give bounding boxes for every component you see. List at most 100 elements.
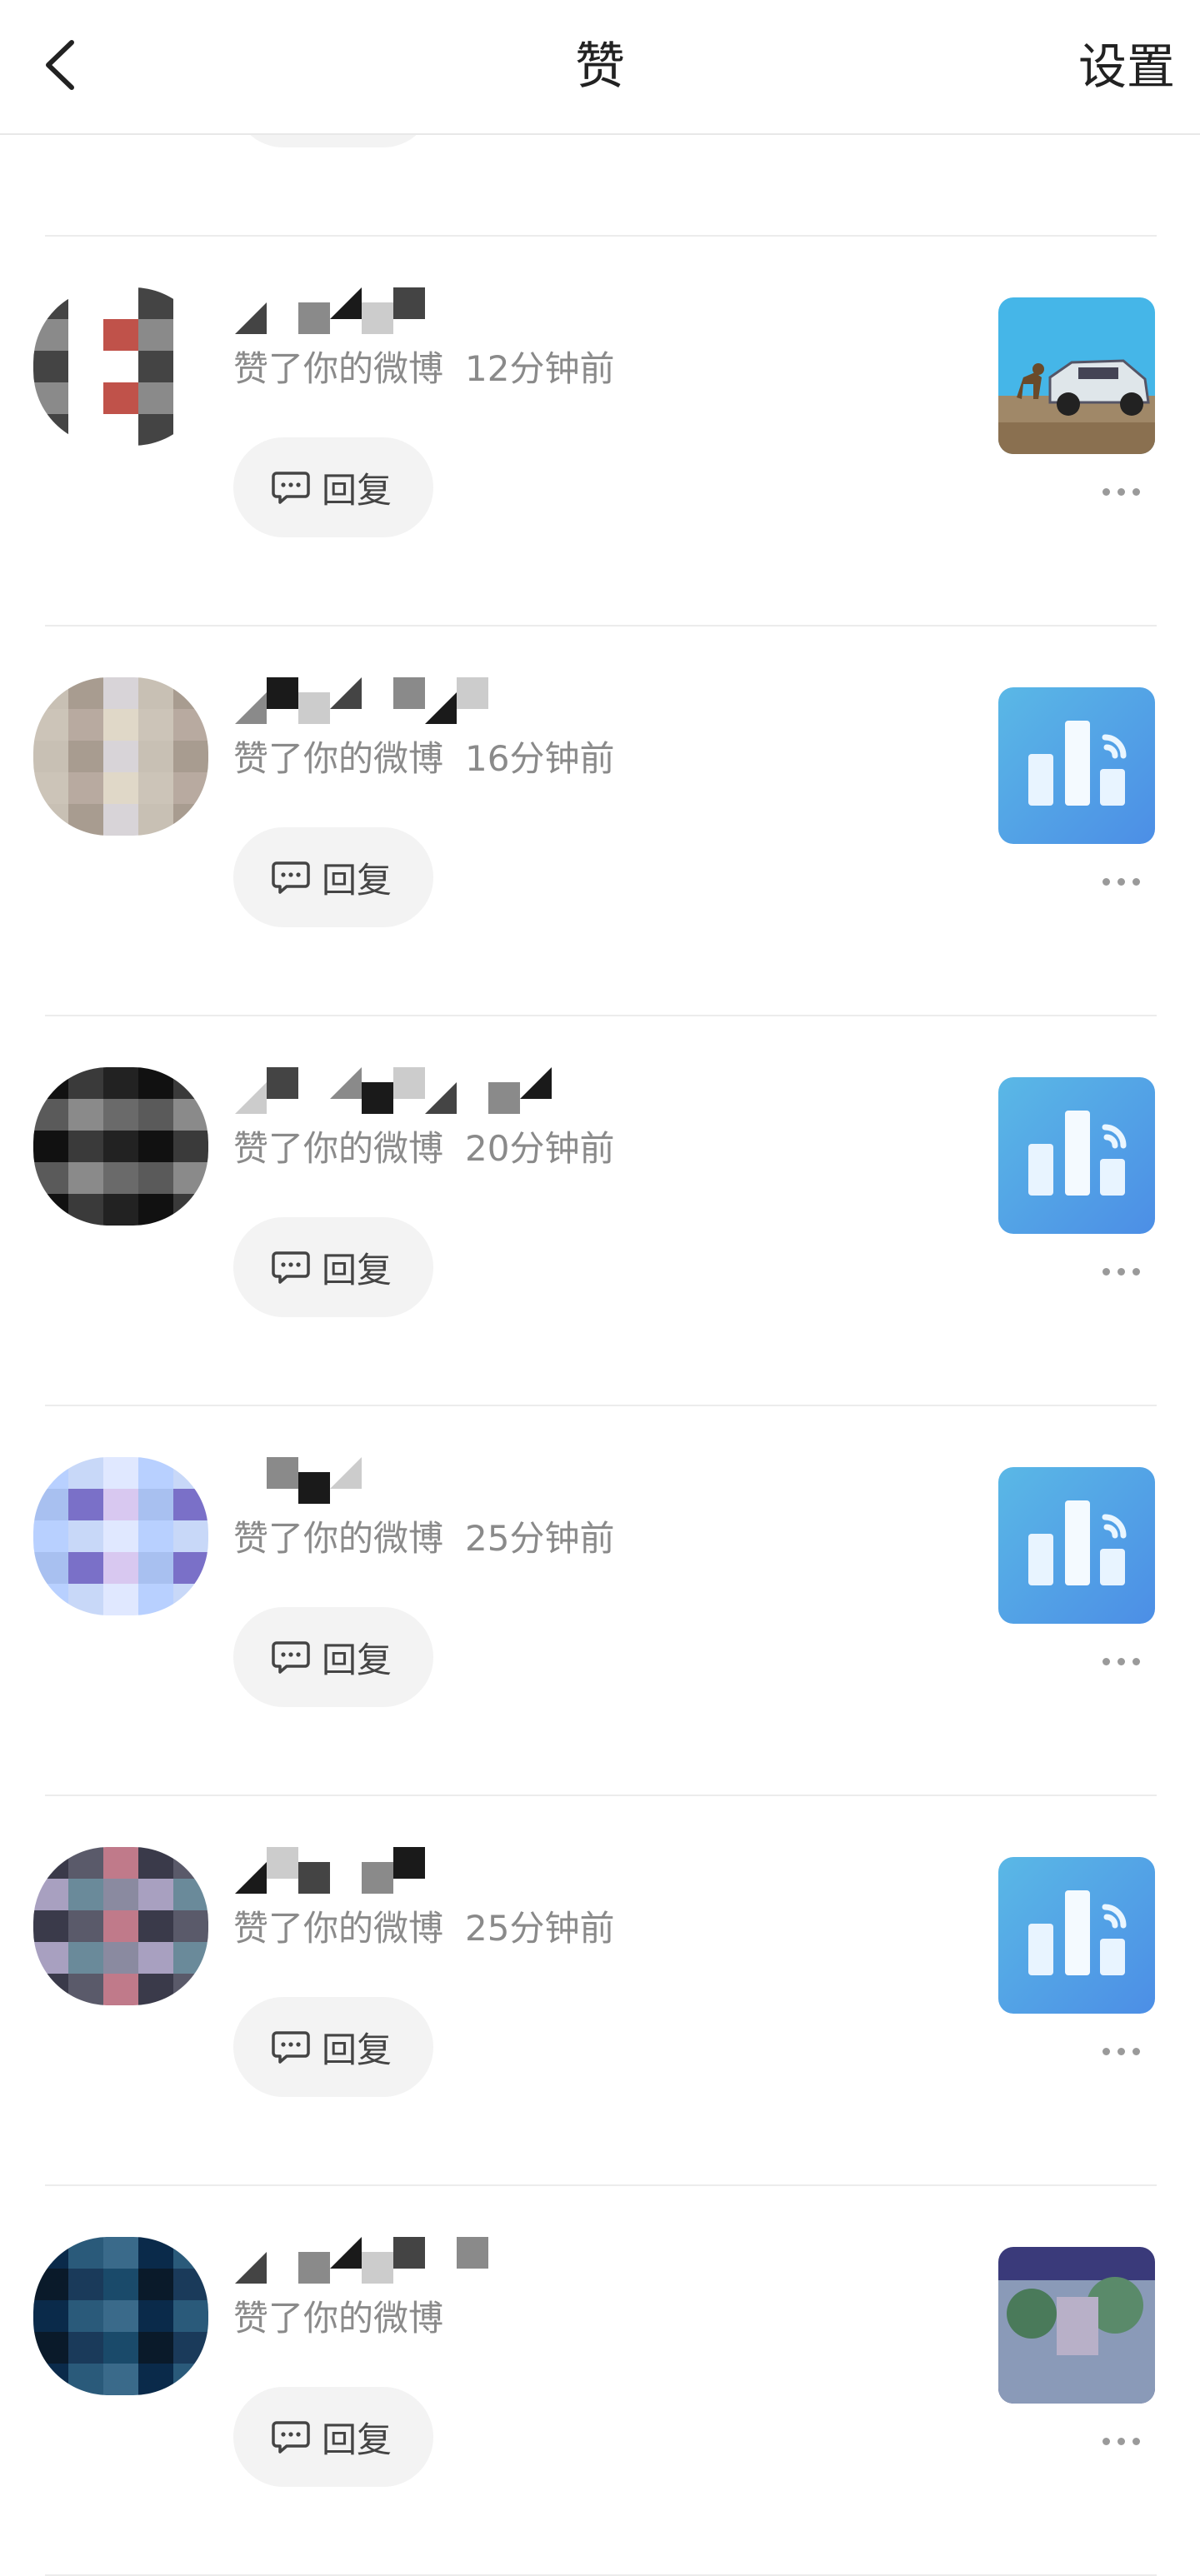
avatar-pixel — [138, 1974, 173, 2005]
settings-button[interactable]: 设置 — [1078, 33, 1175, 100]
more-dot-icon — [1117, 2047, 1125, 2055]
avatar-pixel — [138, 414, 173, 446]
more-dot-icon — [1117, 877, 1125, 886]
avatar-pixel — [173, 1847, 208, 1879]
divider — [45, 1795, 1157, 1796]
like-action-text: 赞了你的微博 — [233, 1908, 444, 1949]
avatar-pixel — [138, 2237, 173, 2269]
more-options-button[interactable] — [1083, 861, 1158, 902]
avatar-pixel — [68, 709, 103, 741]
avatar-pixel — [138, 2332, 173, 2364]
avatar-pixel — [68, 2332, 103, 2364]
avatar-pixel — [138, 1194, 173, 1226]
avatar-pixel — [68, 677, 103, 709]
weibo-thumbnail[interactable] — [998, 1857, 1155, 2014]
avatar-pixel — [68, 1847, 103, 1879]
avatar-pixel — [33, 1942, 68, 1974]
reply-button[interactable]: 回复 — [233, 1997, 433, 2097]
avatar-pixel — [33, 1457, 68, 1489]
divider — [45, 235, 1157, 237]
avatar-pixel — [68, 804, 103, 836]
redaction-block — [235, 692, 267, 724]
reply-label: 回复 — [322, 859, 392, 901]
more-options-button[interactable] — [1083, 1640, 1158, 1682]
weibo-thumbnail[interactable] — [998, 297, 1155, 454]
comment-icon — [272, 2421, 310, 2454]
reply-button[interactable]: 回复 — [233, 827, 433, 927]
avatar-pixel — [68, 1942, 103, 1974]
avatar-pixel — [103, 287, 138, 319]
more-dot-icon — [1102, 2437, 1110, 2445]
avatar-pixel — [138, 1131, 173, 1162]
avatar[interactable] — [33, 1067, 208, 1226]
avatar-pixel — [138, 382, 173, 414]
bar-chart-icon — [998, 1467, 1155, 1624]
more-options-button[interactable] — [1083, 2420, 1158, 2462]
redaction-block — [393, 1067, 425, 1099]
divider — [45, 2184, 1157, 2186]
weibo-thumbnail[interactable] — [998, 687, 1155, 844]
weibo-thumbnail[interactable] — [998, 1467, 1155, 1624]
more-dot-icon — [1117, 1267, 1125, 1276]
avatar-pixel — [33, 1067, 68, 1099]
more-dot-icon — [1132, 877, 1140, 886]
avatar[interactable] — [33, 287, 208, 446]
more-options-button[interactable] — [1083, 471, 1158, 512]
reply-label: 回复 — [322, 1249, 392, 1290]
avatar-pixel — [103, 709, 138, 741]
avatar-pixel — [173, 414, 208, 446]
avatar-pixel — [173, 1520, 208, 1552]
avatar-pixel — [138, 1910, 173, 1942]
avatar-pixel — [138, 1552, 173, 1584]
page-title: 赞 — [575, 37, 625, 96]
redaction-block — [298, 2252, 330, 2284]
avatar-pixel — [138, 1942, 173, 1974]
comment-icon — [272, 472, 310, 504]
avatar-pixel — [68, 741, 103, 772]
more-options-button[interactable] — [1083, 2030, 1158, 2072]
like-meta: 赞了你的微博 — [233, 2294, 465, 2344]
avatar-pixel — [103, 1099, 138, 1131]
redaction-block — [267, 1847, 298, 1879]
avatar-pixel — [138, 1457, 173, 1489]
redaction-block — [330, 677, 362, 709]
avatar-pixel — [138, 351, 173, 382]
redaction-block — [393, 1847, 425, 1879]
avatar-pixel — [33, 1489, 68, 1520]
avatar-pixel — [33, 2269, 68, 2300]
reply-label: 回复 — [322, 469, 392, 511]
avatar-pixel — [103, 1974, 138, 2005]
redaction-block — [235, 2252, 267, 2284]
avatar-pixel — [68, 1910, 103, 1942]
reply-button[interactable]: 回复 — [233, 437, 433, 537]
reply-button[interactable]: 回复 — [233, 2387, 433, 2487]
more-dot-icon — [1132, 1267, 1140, 1276]
avatar[interactable] — [33, 1847, 208, 2005]
avatar-pixel — [33, 319, 68, 351]
avatar-pixel — [68, 772, 103, 804]
redaction-block — [267, 677, 298, 709]
redaction-block — [362, 1862, 393, 1894]
like-meta: 赞了你的微博 25分钟前 — [233, 1514, 614, 1564]
avatar[interactable] — [33, 2237, 208, 2395]
avatar-pixel — [33, 1162, 68, 1194]
reply-button[interactable]: 回复 — [233, 1607, 433, 1707]
redaction-block — [457, 677, 488, 709]
like-notification-item: 赞了你的微博 20分钟前 回复 — [0, 1017, 1200, 1406]
redaction-block — [362, 302, 393, 334]
avatar-pixel — [68, 287, 103, 319]
weibo-thumbnail[interactable] — [998, 1077, 1155, 1234]
redaction-block — [267, 1457, 298, 1489]
avatar-pixel — [33, 1879, 68, 1910]
avatar-pixel — [33, 1099, 68, 1131]
avatar-pixel — [103, 1457, 138, 1489]
weibo-thumbnail[interactable] — [998, 2247, 1155, 2404]
reply-button[interactable]: 回复 — [233, 1217, 433, 1317]
more-options-button[interactable] — [1083, 1251, 1158, 1292]
redaction-block — [362, 1082, 393, 1114]
avatar-pixel — [33, 351, 68, 382]
avatar-pixel — [138, 772, 173, 804]
like-meta: 赞了你的微博 20分钟前 — [233, 1124, 614, 1174]
avatar[interactable] — [33, 1457, 208, 1615]
avatar[interactable] — [33, 677, 208, 836]
